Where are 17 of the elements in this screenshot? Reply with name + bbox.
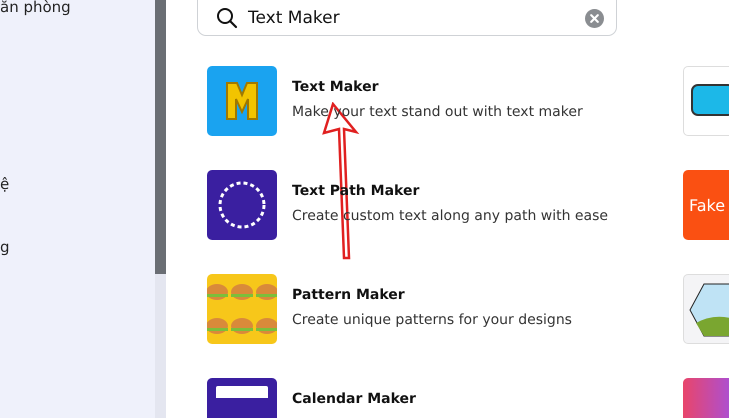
app-thumbnail[interactable] [683,66,729,136]
app-thumbnail[interactable] [207,170,277,240]
app-title[interactable]: Pattern Maker [292,287,572,303]
clear-icon[interactable] [585,8,604,28]
app-thumbnail[interactable] [207,66,277,136]
app-description: Create unique patterns for your designs [292,312,572,328]
scrollbar[interactable] [155,0,166,418]
scrollbar-thumb[interactable] [155,0,166,274]
search-field[interactable]: Text Maker [197,0,617,36]
app-thumbnail[interactable] [207,274,277,344]
sidebar-item[interactable]: g [0,238,10,256]
app-title[interactable]: Calendar Maker [292,391,416,407]
search-icon [216,7,238,29]
app-title[interactable]: Text Maker [292,79,583,95]
sidebar-item[interactable]: ăn phòng [0,0,71,16]
app-thumbnail[interactable] [683,274,729,344]
sidebar-item[interactable]: ệ [0,175,10,193]
